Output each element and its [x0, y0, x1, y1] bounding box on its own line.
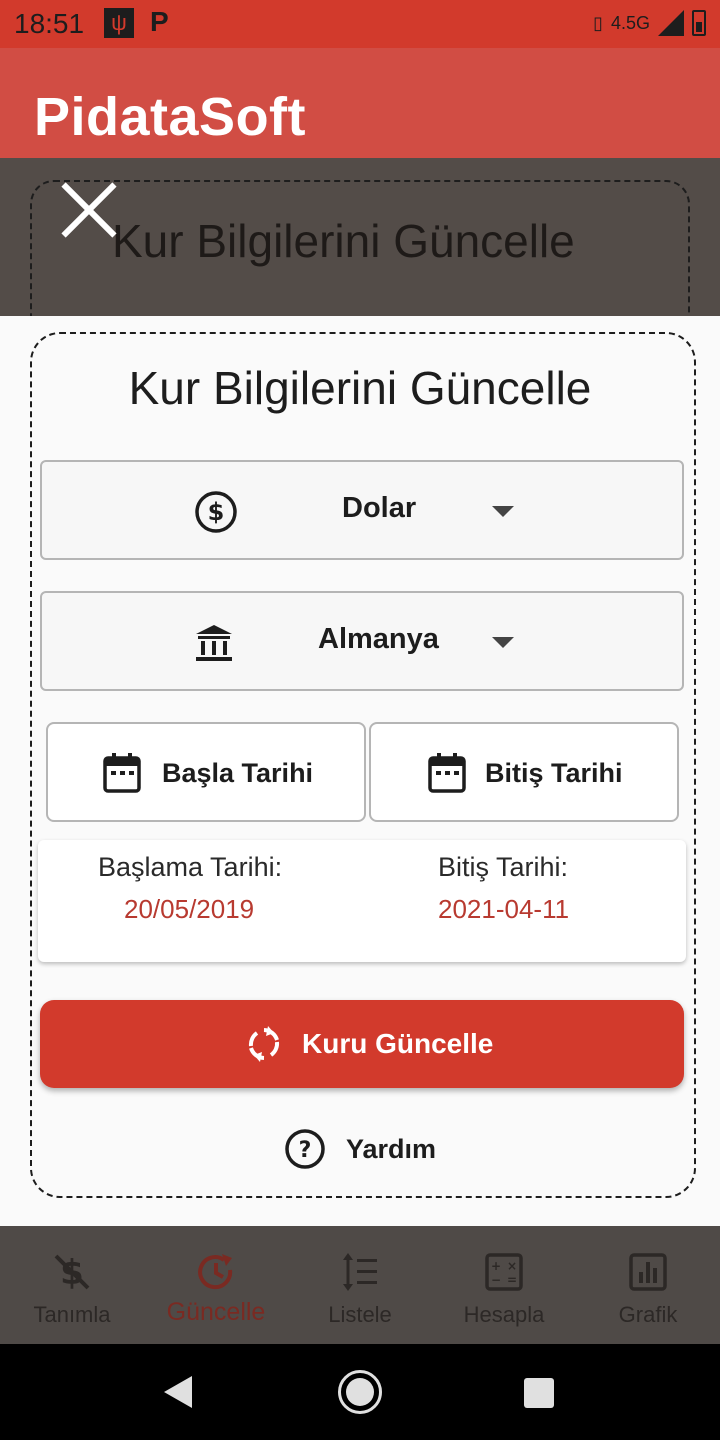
- p-app-icon: P: [150, 6, 169, 37]
- svg-text:−: −: [491, 1273, 501, 1287]
- nav-label: Güncelle: [166, 1298, 266, 1326]
- bottom-sheet: Kur Bilgilerini Güncelle $ Dolar Almanya: [0, 316, 720, 1226]
- vibrate-icon: ▯: [593, 12, 603, 33]
- end-date-label: Bitiş Tarihi:: [438, 852, 569, 882]
- nav-guncelle[interactable]: Güncelle: [144, 1226, 288, 1344]
- status-time: 18:51: [14, 8, 85, 39]
- date-info-card: Başlama Tarihi: 20/05/2019 Bitiş Tarihi:…: [38, 840, 686, 962]
- currency-value: Dolar: [342, 492, 417, 524]
- nav-label: Listele: [328, 1302, 392, 1327]
- chevron-down-icon: [492, 637, 514, 648]
- money-off-icon: $: [54, 1253, 90, 1292]
- svg-text:+: +: [491, 1259, 501, 1273]
- end-date-button-label: Bitiş Tarihi: [485, 758, 623, 788]
- country-value: Almanya: [318, 623, 439, 655]
- dollar-circle-icon: $: [195, 491, 237, 533]
- start-date-button[interactable]: Başla Tarihi: [46, 722, 366, 822]
- status-bar: 18:51 ψ P ▯ 4.5G: [0, 0, 720, 48]
- app-title: PidataSoft: [34, 87, 307, 147]
- country-dropdown[interactable]: Almanya: [40, 591, 684, 691]
- home-icon[interactable]: [338, 1370, 382, 1414]
- refresh-icon: [248, 1026, 280, 1062]
- nav-label: Hesapla: [463, 1302, 545, 1327]
- calendar-icon: [428, 753, 466, 793]
- nav-label: Tanımla: [33, 1302, 111, 1327]
- battery-icon: [692, 10, 706, 36]
- help-label: Yardım: [346, 1134, 437, 1164]
- usb-icon: ψ: [104, 8, 134, 38]
- network-type: 4.5G: [610, 12, 650, 33]
- calculator-icon: + × − =: [485, 1253, 523, 1291]
- recent-apps-icon[interactable]: [524, 1378, 554, 1408]
- currency-dropdown[interactable]: $ Dolar: [40, 460, 684, 560]
- back-icon[interactable]: [164, 1376, 192, 1408]
- svg-text:=: =: [507, 1273, 517, 1287]
- bottom-navigation: $ Tanımla Güncelle Listele + × − =: [0, 1226, 720, 1344]
- status-icons: ▯ 4.5G: [593, 10, 706, 36]
- background-title: Kur Bilgilerini Güncelle: [112, 215, 575, 267]
- end-date-value: 2021-04-11: [438, 894, 570, 924]
- chevron-down-icon: [492, 506, 514, 517]
- svg-text:$: $: [208, 498, 225, 526]
- start-date-value: 20/05/2019: [124, 894, 255, 924]
- help-icon: ?: [285, 1129, 325, 1169]
- bank-icon: [196, 625, 232, 661]
- update-rate-button[interactable]: Kuru Güncelle: [40, 1000, 684, 1088]
- signal-icon: [658, 10, 684, 36]
- nav-grafik[interactable]: Grafik: [576, 1226, 720, 1344]
- nav-label: Grafik: [618, 1302, 678, 1327]
- start-date-button-label: Başla Tarihi: [162, 758, 314, 788]
- update-icon: [198, 1254, 233, 1290]
- list-icon: [343, 1253, 377, 1291]
- start-date-label: Başlama Tarihi:: [98, 852, 283, 882]
- nav-listele[interactable]: Listele: [288, 1226, 432, 1344]
- close-icon[interactable]: [58, 178, 120, 240]
- nav-tanimla[interactable]: $ Tanımla: [0, 1226, 144, 1344]
- svg-text:?: ?: [299, 1138, 312, 1163]
- update-rate-label: Kuru Güncelle: [302, 1028, 494, 1059]
- end-date-button[interactable]: Bitiş Tarihi: [369, 722, 679, 822]
- sheet-title: Kur Bilgilerini Güncelle: [128, 362, 592, 414]
- svg-text:×: ×: [507, 1259, 517, 1273]
- system-navigation-bar: [0, 1344, 720, 1440]
- calendar-icon: [103, 753, 141, 793]
- app-bar: PidataSoft: [0, 48, 720, 158]
- background-overlay: Kur Bilgilerini Güncelle: [0, 158, 720, 360]
- nav-hesapla[interactable]: + × − = Hesapla: [432, 1226, 576, 1344]
- bar-chart-icon: [629, 1253, 667, 1291]
